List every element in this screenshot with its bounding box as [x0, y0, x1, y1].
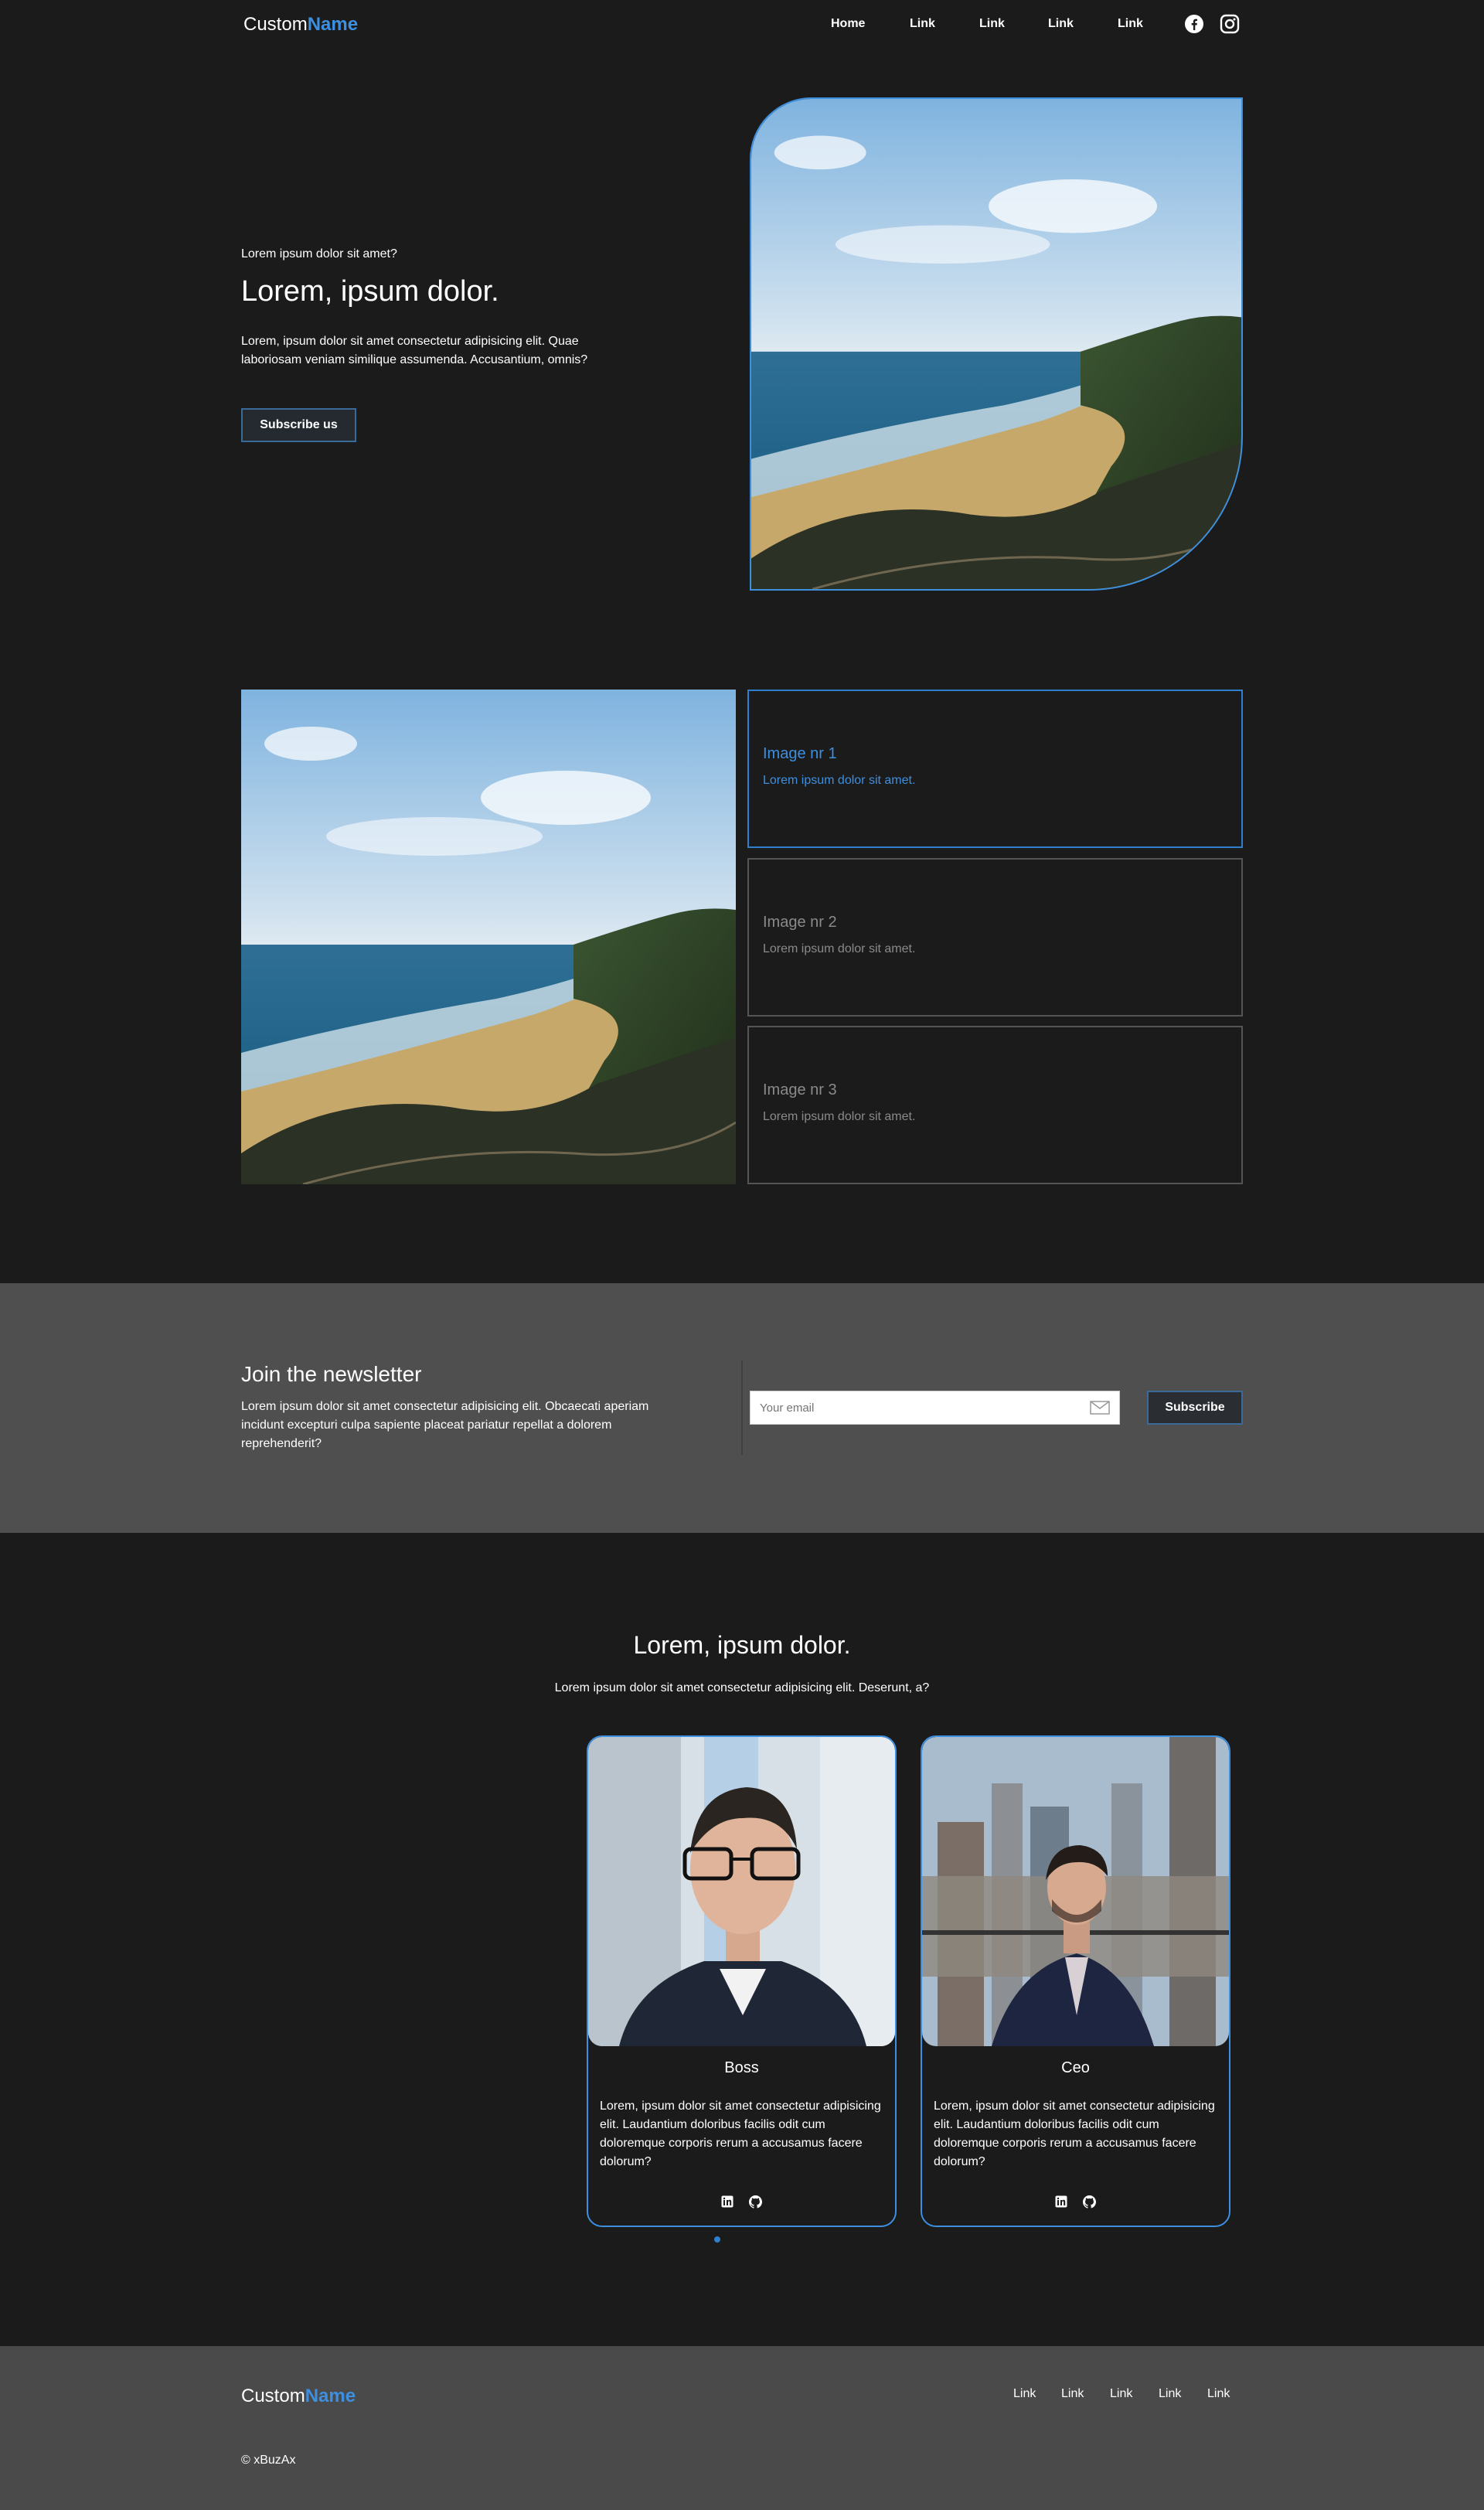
- team-subtitle: Lorem ipsum dolor sit amet consectetur a…: [554, 1681, 930, 1694]
- team-photo-boss: [588, 1737, 895, 2046]
- team-member-bio: Lorem, ipsum dolor sit amet consectetur …: [934, 2100, 1215, 2168]
- gallery-item-1[interactable]: Image nr 1 Lorem ipsum dolor sit amet.: [747, 690, 1243, 848]
- gallery-main-image: [241, 690, 736, 1184]
- team-card-ceo: Ceo Lorem, ipsum dolor sit amet consecte…: [921, 1735, 1230, 2227]
- nav-link-2[interactable]: Link: [979, 17, 1005, 31]
- subscribe-us-button[interactable]: Subscribe us: [241, 408, 356, 442]
- instagram-icon[interactable]: [1220, 14, 1240, 34]
- footer-link-1[interactable]: Link: [1013, 2387, 1036, 2401]
- gallery-item-2[interactable]: Image nr 2 Lorem ipsum dolor sit amet.: [747, 858, 1243, 1017]
- footer-link-4[interactable]: Link: [1159, 2387, 1181, 2401]
- hero-eyebrow: Lorem ipsum dolor sit amet?: [241, 247, 397, 261]
- gallery-item-3[interactable]: Image nr 3 Lorem ipsum dolor sit amet.: [747, 1026, 1243, 1184]
- nav-link-1[interactable]: Link: [910, 17, 935, 31]
- carousel-dot-active[interactable]: [714, 2236, 720, 2243]
- nav-link-home[interactable]: Home: [831, 17, 865, 31]
- github-icon[interactable]: [749, 2195, 762, 2212]
- gallery-item-subtitle: Lorem ipsum dolor sit amet.: [763, 1110, 916, 1123]
- linkedin-icon[interactable]: [1055, 2195, 1067, 2212]
- hero-title: Lorem, ipsum dolor.: [241, 275, 499, 308]
- newsletter-title: Join the newsletter: [241, 1362, 422, 1386]
- envelope-icon: [1090, 1401, 1110, 1415]
- footer-logo-main: Custom: [241, 2386, 305, 2406]
- team-member-name: Boss: [724, 2059, 759, 2076]
- team-card-boss: Boss Lorem, ipsum dolor sit amet consect…: [587, 1735, 897, 2227]
- footer-link-2[interactable]: Link: [1061, 2387, 1084, 2401]
- hero-image: [750, 97, 1243, 591]
- linkedin-icon[interactable]: [721, 2195, 733, 2212]
- team-member-name: Ceo: [1061, 2059, 1090, 2076]
- gallery-item-subtitle: Lorem ipsum dolor sit amet.: [763, 942, 916, 955]
- newsletter-divider: [741, 1361, 743, 1455]
- email-input[interactable]: [751, 1391, 1070, 1424]
- github-icon[interactable]: [1083, 2195, 1096, 2212]
- nav-link-4[interactable]: Link: [1118, 17, 1143, 31]
- footer-logo-accent: Name: [305, 2386, 356, 2406]
- copyright-text: © xBuzAx: [241, 2454, 296, 2467]
- footer-logo[interactable]: CustomName: [241, 2386, 356, 2407]
- email-field[interactable]: [750, 1391, 1120, 1425]
- logo-accent-text: Name: [307, 14, 359, 35]
- newsletter-text: Lorem ipsum dolor sit amet consectetur a…: [241, 1400, 649, 1450]
- brand-logo[interactable]: CustomName: [243, 14, 358, 36]
- team-title: Lorem, ipsum dolor.: [633, 1631, 851, 1659]
- footer-link-5[interactable]: Link: [1207, 2387, 1230, 2401]
- gallery-item-subtitle: Lorem ipsum dolor sit amet.: [763, 774, 916, 787]
- gallery-item-title: Image nr 3: [763, 1081, 837, 1098]
- gallery-item-title: Image nr 2: [763, 914, 837, 931]
- logo-main-text: Custom: [243, 14, 308, 35]
- footer-link-3[interactable]: Link: [1110, 2387, 1132, 2401]
- facebook-icon[interactable]: [1184, 14, 1204, 34]
- nav-link-3[interactable]: Link: [1048, 17, 1074, 31]
- hero-text: Lorem, ipsum dolor sit amet consectetur …: [241, 335, 588, 366]
- subscribe-button[interactable]: Subscribe: [1147, 1391, 1243, 1425]
- team-photo-ceo: [922, 1737, 1229, 2046]
- footer: [0, 2346, 1484, 2510]
- team-member-bio: Lorem, ipsum dolor sit amet consectetur …: [600, 2100, 881, 2168]
- gallery-item-title: Image nr 1: [763, 745, 837, 762]
